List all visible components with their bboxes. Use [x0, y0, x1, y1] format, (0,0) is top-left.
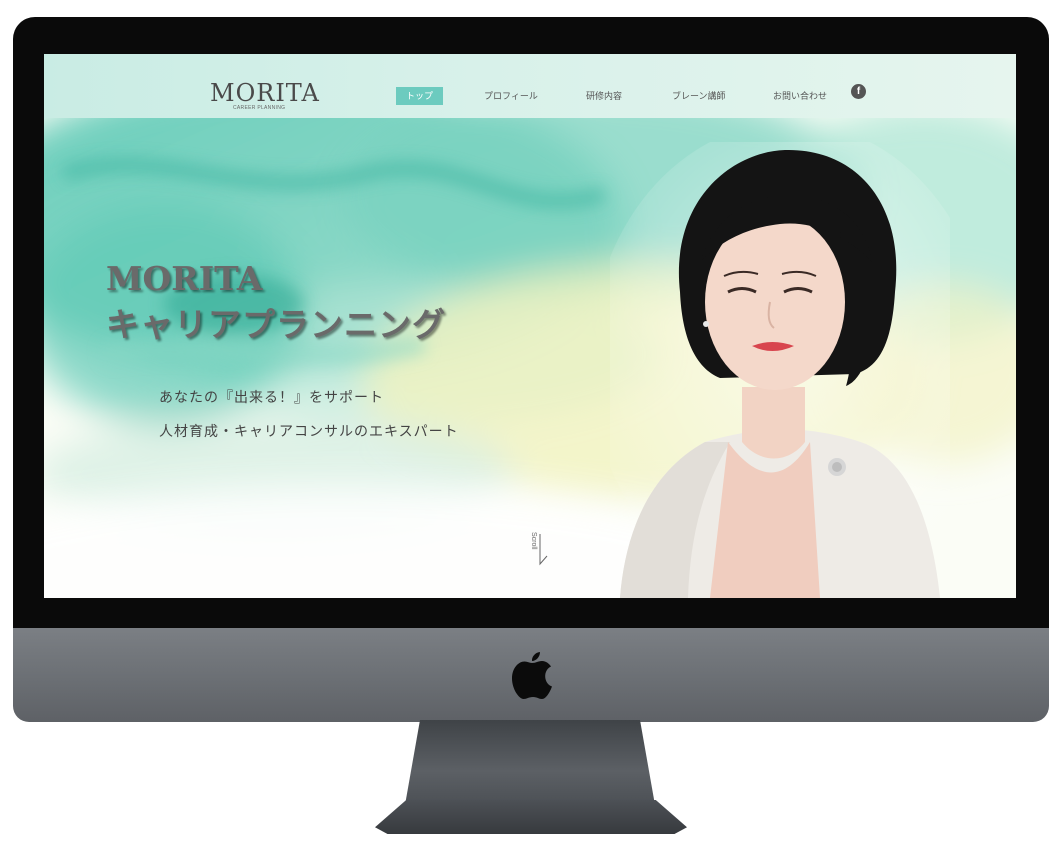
hero-portrait-image [610, 142, 950, 598]
nav-item-training[interactable]: 研修内容 [586, 90, 622, 102]
hero-title-en: MORITA [106, 259, 263, 298]
hero-tagline-1: あなたの『出来る！』をサポート [159, 390, 384, 406]
nav-item-top[interactable]: トップ [396, 87, 444, 105]
site-logo[interactable]: MORITA [210, 80, 320, 106]
imac-monitor: MORITA CAREER PLANNING トップ プロフィール 研修内容 ブ… [0, 0, 1061, 865]
site-header: MORITA CAREER PLANNING トップ プロフィール 研修内容 ブ… [44, 54, 1016, 118]
hero-title-ja: キャリアプランニング [106, 305, 446, 344]
arrow-down-icon [539, 534, 548, 566]
hero-tagline-2: 人材育成・キャリアコンサルのエキスパート [159, 424, 459, 440]
monitor-stand-neck [405, 720, 655, 805]
monitor-stand-base [375, 800, 687, 834]
nav-item-profile[interactable]: プロフィール [484, 90, 538, 102]
scroll-label: Scroll [530, 532, 537, 550]
nav-item-contact[interactable]: お問い合わせ [773, 90, 827, 102]
scroll-indicator[interactable]: Scroll [530, 532, 550, 568]
website-screen: MORITA CAREER PLANNING トップ プロフィール 研修内容 ブ… [44, 54, 1016, 598]
site-logo-subtitle: CAREER PLANNING [233, 105, 286, 111]
facebook-icon[interactable]: f [851, 84, 866, 99]
nav-item-brain-lecturer[interactable]: ブレーン講師 [672, 90, 726, 102]
apple-logo-icon [512, 652, 552, 699]
